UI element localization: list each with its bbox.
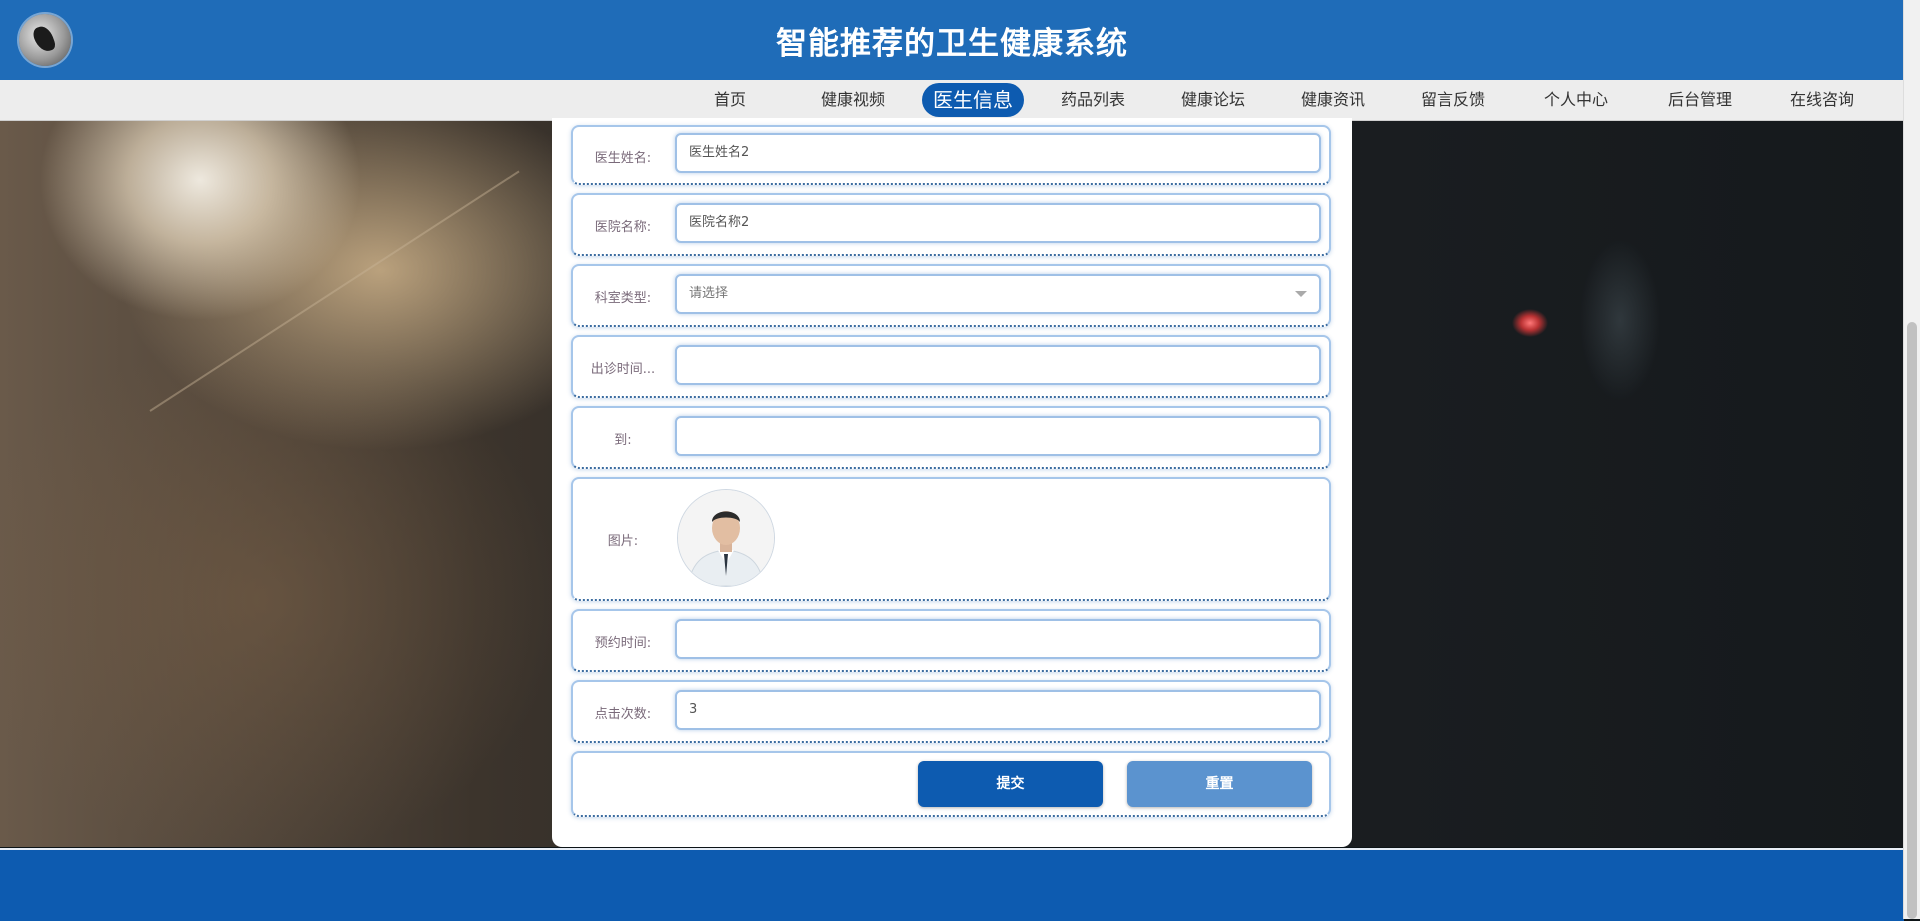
nav-item-doctor-info[interactable]: 医生信息 (922, 83, 1024, 117)
form-row-picture: 图片: (571, 477, 1331, 601)
scrollbar-thumb[interactable] (1907, 322, 1917, 919)
form-row-doctor-name: 医生姓名: 医生姓名2 (571, 125, 1331, 185)
picture-label: 图片: (607, 534, 639, 549)
nav-item-user-center[interactable]: 个人中心 (1544, 89, 1608, 111)
nav-item-online-consult[interactable]: 在线咨询 (1790, 89, 1854, 111)
to-label: 到: (614, 433, 632, 448)
form-row-department: 科室类型: 请选择 (571, 264, 1331, 327)
department-select-value: 请选择 (689, 286, 729, 301)
department-select[interactable]: 请选择 (675, 274, 1321, 314)
doctor-name-input[interactable]: 医生姓名2 (675, 133, 1321, 173)
doctor-name-label: 医生姓名: (594, 151, 652, 166)
form-row-hospital-name: 医院名称: 医院名称2 (571, 193, 1331, 256)
doctor-photo[interactable] (677, 489, 775, 587)
hospital-name-label: 医院名称: (594, 220, 652, 235)
hospital-name-input[interactable]: 医院名称2 (675, 203, 1321, 243)
visit-time-label: 出诊时间... (590, 362, 656, 377)
submit-button[interactable]: 提交 (918, 761, 1103, 807)
appointment-time-input[interactable] (675, 619, 1321, 659)
form-row-buttons: 提交 重置 (571, 751, 1331, 817)
header-bar: 智能推荐的卫生健康系统 (0, 0, 1904, 80)
form-row-click-count: 点击次数: 3 (571, 680, 1331, 743)
to-input[interactable] (675, 416, 1321, 456)
form-row-visit-time: 出诊时间... (571, 335, 1331, 398)
form-row-appointment-time: 预约时间: (571, 609, 1331, 672)
department-label: 科室类型: (594, 291, 652, 306)
reset-button[interactable]: 重置 (1127, 761, 1312, 807)
click-count-input[interactable]: 3 (675, 690, 1321, 730)
chevron-down-icon (1295, 291, 1307, 297)
nav-item-feedback[interactable]: 留言反馈 (1421, 89, 1485, 111)
nav-item-health-news[interactable]: 健康资讯 (1301, 89, 1365, 111)
form-row-to: 到: (571, 406, 1331, 469)
click-count-label: 点击次数: (594, 707, 652, 722)
doctor-photo-image (678, 490, 774, 586)
nav-item-health-video[interactable]: 健康视频 (821, 89, 885, 111)
nav-item-home[interactable]: 首页 (714, 89, 746, 111)
footer-bar (0, 848, 1904, 921)
nav-bar: 首页 健康视频 医生信息 药品列表 健康论坛 健康资讯 留言反馈 个人中心 后台… (0, 80, 1904, 121)
visit-time-input[interactable] (675, 345, 1321, 385)
nav-item-medicine-list[interactable]: 药品列表 (1061, 89, 1125, 111)
nav-item-health-forum[interactable]: 健康论坛 (1181, 89, 1245, 111)
appointment-time-label: 预约时间: (594, 636, 652, 651)
site-title: 智能推荐的卫生健康系统 (776, 26, 1128, 62)
nav-item-admin[interactable]: 后台管理 (1668, 89, 1732, 111)
page-scrollbar[interactable] (1903, 0, 1920, 919)
